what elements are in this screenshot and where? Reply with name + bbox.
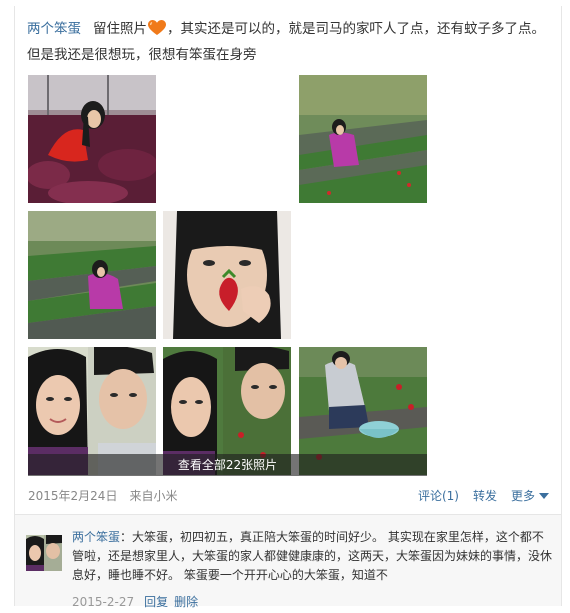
photo-girl-purple-kneeling[interactable] (299, 75, 427, 203)
weibo-post-card: 两个笨蛋 留住照片 ，其实还是可以的，就是司马的家吓人了点，还有蚊子多了点。但是我还… (14, 6, 562, 609)
avatar[interactable] (26, 535, 62, 571)
post-source: 来自小米 (129, 489, 178, 503)
photo-girl-purple-kneeling-field (299, 75, 427, 203)
forward-button[interactable]: 转发 (473, 489, 497, 503)
more-label: 更多 (510, 489, 535, 503)
more-button[interactable]: 更多 (511, 489, 549, 503)
post-body-start: 留住照片 (93, 21, 147, 37)
view-all-photos-button[interactable]: 查看全部22张照片 (28, 454, 427, 476)
post-actions: 评论(1) 转发 更多 (404, 487, 549, 504)
comment-text: 两个笨蛋：大笨蛋，初四初五，真正陪大笨蛋的时间好少。 其实现在家里怎样，这个都不… (72, 528, 552, 585)
post-text: 两个笨蛋 留住照片 ，其实还是可以的，就是司马的家吓人了点，还有蚊子多了点。但是我还… (27, 16, 552, 68)
post-author-link[interactable]: 两个笨蛋 (27, 21, 81, 37)
comment-meta: 2015-2-27 回复 删除 (72, 593, 198, 610)
heart-emoji-icon (148, 20, 166, 35)
photo-girl-purple-crouching[interactable] (28, 211, 156, 339)
comments-section: 两个笨蛋：大笨蛋，初四初五，真正陪大笨蛋的时间好少。 其实现在家里怎样，这个都不… (15, 515, 561, 609)
comment-button[interactable]: 评论(1) (418, 489, 459, 503)
photo-girl-red-jacket[interactable] (28, 75, 156, 203)
post-meta: 2015年2月24日 来自小米 (28, 487, 189, 504)
comment-body: ：大笨蛋，初四初五，真正陪大笨蛋的时间好少。 其实现在家里怎样，这个都不管啦，还… (72, 530, 553, 582)
post-date[interactable]: 2015年2月24日 (28, 489, 117, 503)
photo-girl-purple-crouching-field (28, 211, 156, 339)
photo-girl-strawberry[interactable] (163, 211, 291, 339)
caret-down-icon (539, 493, 549, 499)
comment-author-link[interactable]: 两个笨蛋 (72, 530, 120, 544)
reply-button[interactable]: 回复 (144, 595, 168, 609)
delete-button[interactable]: 删除 (174, 595, 198, 609)
photo-girl-kissing-strawberry (163, 211, 291, 339)
photo-girl-red-jacket-strawberry-field (28, 75, 156, 203)
comment-date: 2015-2-27 (72, 595, 135, 609)
avatar-couple-icon (26, 535, 62, 571)
